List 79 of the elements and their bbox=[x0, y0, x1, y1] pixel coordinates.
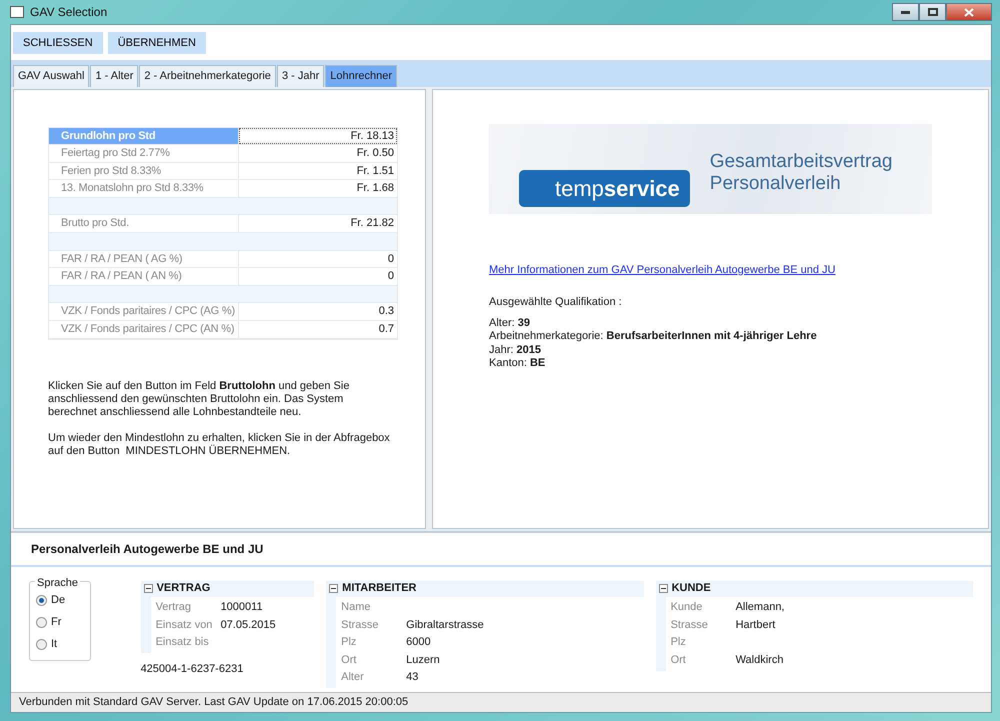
qualification-line: Arbeitnehmerkategorie: BerufsarbeiterInnen mit 4-jähriger Lehre bbox=[489, 330, 818, 344]
maximize-button[interactable] bbox=[919, 3, 946, 21]
field-value: Luzern bbox=[406, 652, 440, 668]
tab[interactable]: 2 - Arbeitnehmerkategorie bbox=[139, 65, 276, 86]
table-cell: Brutto pro Std. bbox=[49, 215, 239, 232]
radio-label: It bbox=[51, 637, 58, 652]
group-title: VERTRAG bbox=[156, 581, 210, 596]
qualification-heading: Ausgewählte Qualifikation : bbox=[489, 295, 623, 310]
table-cell: FAR / RA / PEAN ( AN %) bbox=[49, 268, 239, 285]
table-cell-text: Fr. 0.50 bbox=[356, 146, 395, 162]
table-cell: VZK / Fonds paritaires / CPC (AN %) bbox=[49, 321, 239, 338]
close-icon bbox=[964, 8, 974, 16]
field-label: Plz bbox=[340, 635, 358, 650]
collapse-icon[interactable] bbox=[658, 584, 668, 593]
field-value: Waldkirch bbox=[736, 652, 784, 668]
tab[interactable]: GAV Auswahl bbox=[13, 65, 90, 86]
table-cell: 13. Monatslohn pro Std 8.33% bbox=[49, 180, 239, 197]
field-label: Vertrag bbox=[154, 600, 192, 615]
tab[interactable]: 1 - Alter bbox=[90, 65, 138, 86]
field-value: 1000011 bbox=[220, 600, 263, 615]
radio-label: Fr bbox=[51, 615, 62, 630]
toolbar-button[interactable]: ÜBERNEHMEN bbox=[108, 32, 206, 54]
status-bar: Verbunden mit Standard GAV Server. Last GAV Update on 17.06.2015 20:00:05 bbox=[11, 692, 991, 712]
logo: tempservice bbox=[519, 170, 690, 207]
table-cell-text: 0.3 bbox=[378, 304, 395, 320]
field-label: Strasse bbox=[670, 618, 709, 632]
field-value: Allemann, bbox=[736, 600, 784, 615]
field-label: Einsatz bis bbox=[154, 635, 210, 650]
table-cell-text: Fr. 1.68 bbox=[356, 181, 395, 196]
banner-title: Gesamtarbeitsvertrag bbox=[710, 150, 892, 172]
field-label: Plz bbox=[670, 635, 687, 650]
collapse-icon[interactable] bbox=[329, 584, 338, 593]
toolbar-button[interactable]: SCHLIESSEN bbox=[13, 32, 103, 54]
gav-name: Personalverleih Autogewerbe BE und JU bbox=[11, 530, 991, 566]
field-value: 6000 bbox=[406, 635, 431, 650]
app-icon bbox=[10, 6, 24, 18]
field-value: 07.05.2015 bbox=[220, 618, 276, 632]
table-cell: Ferien pro Std 8.33% bbox=[49, 162, 239, 180]
radio-button[interactable] bbox=[36, 595, 47, 606]
group-title: MITARBEITER bbox=[342, 581, 417, 596]
minimize-icon bbox=[901, 10, 910, 14]
help-paragraph: Klicken Sie auf den Button im Feld Bruttolohn und geben Sie anschliessend den gewünschten Bruttolohn ein. Das System berechnet anschliessend alle Lohnbestandteile neu. bbox=[48, 380, 350, 419]
table-cell-text: Fr. 1.51 bbox=[356, 164, 395, 179]
field-label: Ort bbox=[670, 652, 687, 668]
table-cell: Feiertag pro Std 2.77% bbox=[49, 145, 239, 162]
window-title: GAV Selection bbox=[30, 4, 108, 21]
field-label: Ort bbox=[340, 652, 358, 668]
table-cell: Fr. 18.13 bbox=[239, 128, 397, 144]
qualification-line: Kanton: BE bbox=[489, 357, 546, 370]
minimize-button[interactable] bbox=[892, 3, 919, 21]
table-cell-text: 0 bbox=[386, 252, 395, 267]
radio-button[interactable] bbox=[36, 617, 47, 628]
collapse-icon[interactable] bbox=[144, 584, 153, 593]
close-button[interactable] bbox=[946, 3, 992, 21]
qualification-line: Alter: 39 bbox=[489, 316, 531, 330]
table-cell-text: 0 bbox=[386, 269, 395, 284]
info-link[interactable]: Mehr Informationen zum GAV Personalverleih Autogewerbe BE und JU bbox=[489, 262, 836, 278]
qualification-line: Jahr: 2015 bbox=[489, 344, 542, 357]
help-paragraph: Um wieder den Mindestlohn zu erhalten, klicken Sie in der Abfragebox auf den Button MINDESTLOHN ÜBERNEHMEN. bbox=[48, 432, 391, 458]
group-title: KUNDE bbox=[672, 581, 711, 596]
banner-title: Personalverleih bbox=[710, 172, 842, 194]
field-value: Gibraltarstrasse bbox=[406, 618, 484, 632]
field-value: 43 bbox=[406, 670, 418, 685]
field-label: Strasse bbox=[340, 618, 380, 632]
field-label: Kunde bbox=[670, 600, 704, 615]
maximize-icon bbox=[928, 8, 938, 16]
table-cell-text: 0.7 bbox=[378, 322, 395, 338]
table-cell-text: Fr. 21.82 bbox=[350, 216, 395, 232]
table-cell: VZK / Fonds paritaires / CPC (AG %) bbox=[49, 303, 239, 320]
radio-label: De bbox=[51, 593, 66, 608]
field-label: Einsatz von bbox=[154, 618, 214, 632]
radio-button[interactable] bbox=[36, 639, 47, 650]
table-cell: FAR / RA / PEAN ( AG %) bbox=[49, 250, 239, 268]
tab[interactable]: 3 - Jahr bbox=[276, 65, 324, 86]
field-value: Hartbert bbox=[736, 618, 776, 632]
contract-number: 425004-1-6237-6231 bbox=[140, 662, 244, 677]
field-label: Alter bbox=[340, 670, 365, 685]
field-label: Name bbox=[340, 600, 372, 615]
tab[interactable]: Lohnrechner bbox=[325, 65, 398, 86]
